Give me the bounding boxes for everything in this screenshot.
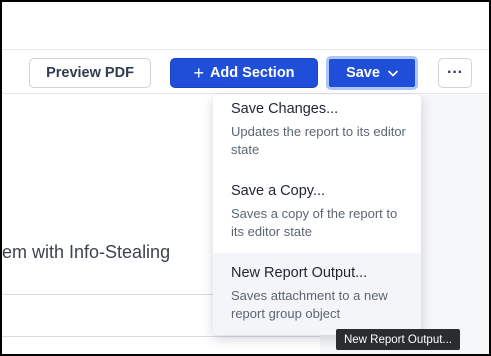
add-section-label: Add Section bbox=[209, 65, 295, 81]
menu-item-title: Save Changes... bbox=[231, 101, 339, 117]
save-dropdown-menu: Save Changes... Updates the report to it… bbox=[213, 95, 421, 335]
menu-item-new-report-output[interactable]: New Report Output... Saves attachment to… bbox=[213, 253, 421, 335]
menu-item-save-changes[interactable]: Save Changes... Updates the report to it… bbox=[213, 95, 421, 173]
plus-icon: + bbox=[193, 63, 204, 83]
more-options-button[interactable]: ··· bbox=[438, 58, 472, 88]
menu-item-save-copy[interactable]: Save a Copy... Saves a copy of the repor… bbox=[213, 173, 421, 253]
report-title: em with Info-Stealing bbox=[2, 242, 171, 262]
menu-item-description: Saves a copy of the report to its editor… bbox=[231, 206, 398, 239]
tooltip-text: New Report Output... bbox=[343, 333, 453, 346]
menu-item-description: Saves attachment to a new report group o… bbox=[231, 288, 388, 321]
tooltip: New Report Output... bbox=[336, 329, 460, 350]
preview-pdf-label: Preview PDF bbox=[46, 65, 134, 81]
save-label: Save bbox=[346, 65, 380, 81]
divider bbox=[2, 336, 320, 337]
add-section-button[interactable]: + Add Section bbox=[170, 58, 318, 88]
app-window: Preview PDF + Add Section Save ··· em wi… bbox=[2, 2, 489, 354]
preview-pdf-button[interactable]: Preview PDF bbox=[29, 58, 151, 88]
chevron-down-icon bbox=[388, 70, 398, 77]
top-bar bbox=[2, 2, 489, 50]
more-icon: ··· bbox=[447, 64, 463, 81]
save-button[interactable]: Save bbox=[326, 56, 418, 90]
menu-item-title: Save a Copy... bbox=[231, 183, 326, 199]
menu-item-description: Updates the report to its editor state bbox=[231, 124, 406, 157]
menu-item-title: New Report Output... bbox=[231, 265, 368, 281]
